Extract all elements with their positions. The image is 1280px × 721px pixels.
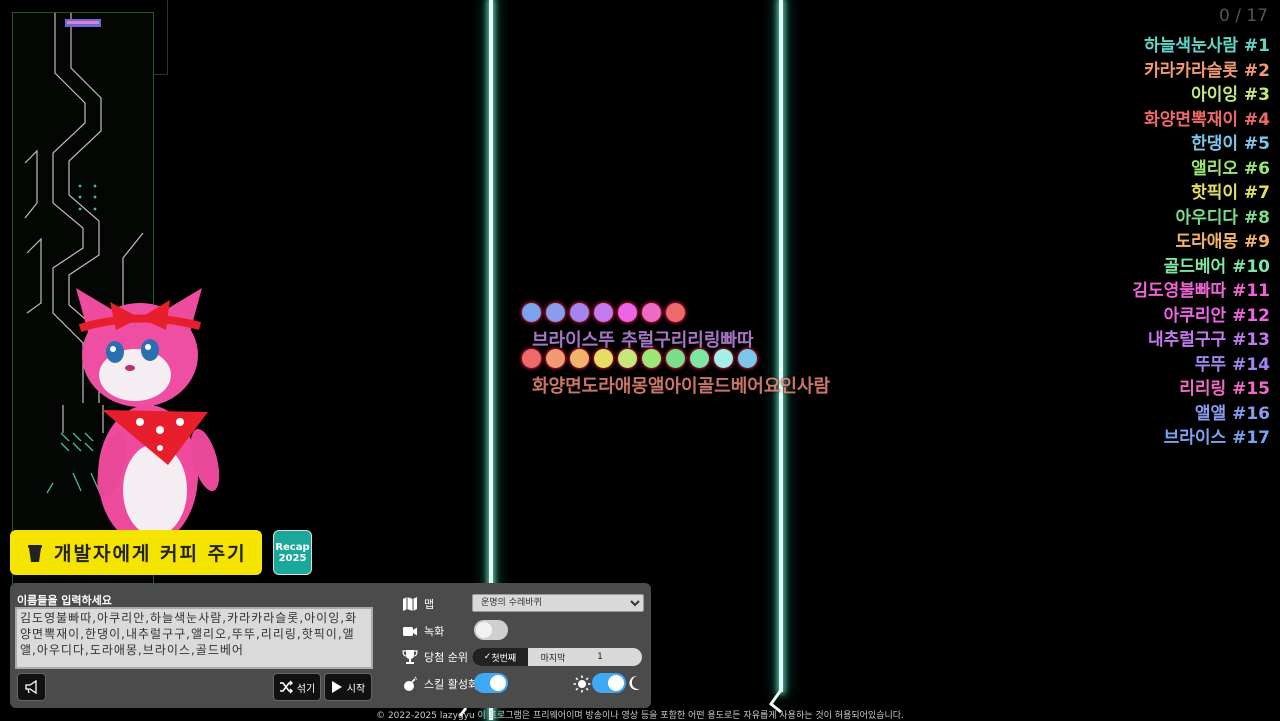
marble — [522, 303, 541, 322]
shuffle-icon — [279, 680, 293, 694]
marble — [738, 349, 757, 368]
map-label: 맵 — [424, 598, 435, 611]
rank-number-input[interactable]: 1 — [568, 648, 642, 666]
marble-label-bottom: 화양면도라애몽앨아이골드베어요인사람 — [532, 376, 831, 397]
marble — [666, 303, 685, 322]
marble — [618, 349, 637, 368]
marble — [546, 349, 565, 368]
toggle-knob — [608, 675, 624, 691]
start-button[interactable]: 시작 — [324, 673, 372, 701]
marble — [642, 303, 661, 322]
marble — [690, 349, 709, 368]
footer-copyright: © 2022-2025 lazygyu 이 프로그램은 프리웨어이며 방송이나 … — [376, 711, 904, 721]
control-panel: 이름들을 입력하세요 김도영불빠따,아쿠리안,하늘색눈사람,카라카라슬롯,아이잉… — [10, 583, 651, 708]
megaphone-icon — [24, 679, 37, 695]
record-toggle[interactable] — [474, 620, 508, 640]
rank-row: 당첨 순위 — [402, 649, 468, 665]
start-label: 시작 — [346, 683, 366, 695]
shuffle-label: 섞기 — [296, 683, 316, 695]
map-select[interactable]: 운명의 수레바퀴 — [472, 594, 644, 612]
bomb-icon — [404, 676, 417, 691]
map-icon — [403, 597, 417, 611]
toggle-knob — [490, 675, 506, 691]
recap-2025-button[interactable]: Recap 2025 — [273, 530, 312, 575]
recap-label: Recap — [275, 541, 310, 553]
toggle-knob — [476, 622, 492, 638]
moon-icon — [629, 675, 640, 690]
trophy-icon — [402, 650, 418, 664]
marble — [570, 303, 589, 322]
video-camera-icon — [403, 627, 417, 636]
pink-cat-mascot — [76, 288, 220, 545]
skill-row: 스킬 활성화 — [402, 676, 478, 692]
marble — [594, 303, 613, 322]
marble — [618, 303, 637, 322]
marble-label-top: 브라이스뚜 추럴구리리링빠따 — [532, 330, 754, 351]
marble — [546, 303, 565, 322]
coffee-cup-icon — [28, 544, 42, 562]
rank-first-option[interactable]: ✓ 첫번째 — [472, 648, 528, 666]
play-icon — [331, 681, 342, 693]
shuffle-button[interactable]: 섞기 — [273, 673, 321, 701]
marble — [594, 349, 613, 368]
check-icon: ✓ — [483, 652, 492, 662]
rank-label: 당첨 순위 — [424, 651, 468, 664]
sun-icon — [573, 675, 591, 693]
speaker-button[interactable] — [17, 673, 46, 701]
skill-toggle[interactable] — [474, 673, 508, 693]
buy-coffee-label: 개발자에게 커피 주기 — [54, 543, 247, 565]
skill-label: 스킬 활성화 — [424, 678, 479, 691]
names-input[interactable]: 김도영불빠따,아쿠리안,하늘색눈사람,카라카라슬롯,아이잉,화양면뽁재이,한댕이… — [15, 607, 373, 669]
buy-coffee-button[interactable]: 개발자에게 커피 주기 — [10, 530, 262, 575]
theme-toggle[interactable] — [592, 673, 626, 693]
marble — [570, 349, 589, 368]
marble — [642, 349, 661, 368]
map-row: 맵 — [402, 596, 434, 612]
names-label: 이름들을 입력하세요 — [17, 594, 112, 607]
marble — [714, 349, 733, 368]
rank-option-group: ✓ 첫번째 마지막 1 — [472, 648, 642, 666]
marble — [522, 349, 541, 368]
record-label: 녹화 — [424, 625, 445, 638]
marble — [666, 349, 685, 368]
recap-year: 2025 — [278, 552, 307, 564]
rank-first-label: 첫번째 — [491, 653, 517, 664]
rank-last-option[interactable]: 마지막 — [538, 648, 568, 666]
record-row: 녹화 — [402, 623, 444, 639]
